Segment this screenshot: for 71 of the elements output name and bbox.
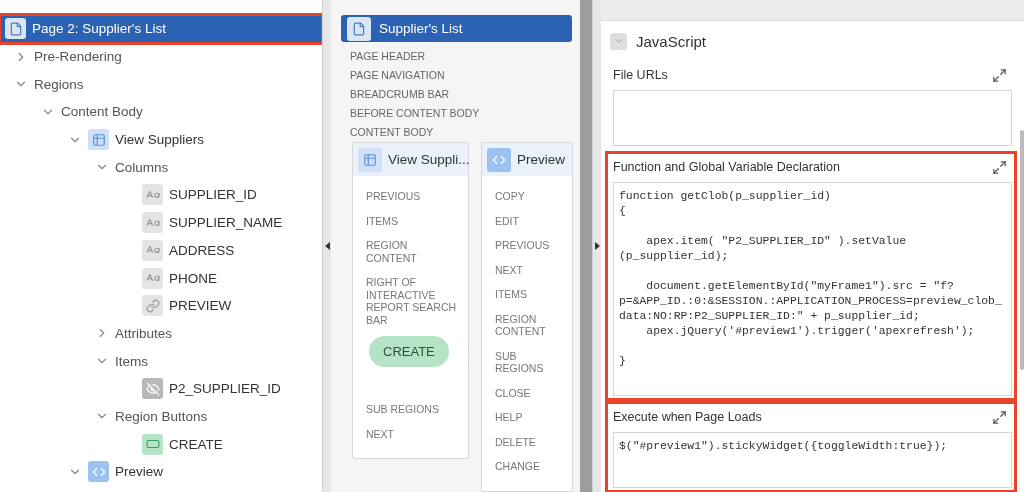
- position-label: ITEMS: [495, 287, 529, 303]
- section-title: JavaScript: [636, 32, 707, 50]
- position-label: ITEMS: [366, 214, 400, 229]
- position-label: DELETE: [495, 435, 537, 450]
- position-label: PAGE NAVIGATION: [349, 68, 446, 84]
- position-label: HELP: [495, 410, 524, 426]
- position-label: PAGE HEADER: [349, 49, 427, 65]
- tree-node[interactable]: PREVIEW: [0, 291, 322, 320]
- position-label: EDIT: [495, 214, 520, 229]
- position-label: COPY: [495, 189, 526, 205]
- table-icon: [358, 148, 382, 172]
- tree-node[interactable]: Pre-Rendering: [0, 42, 322, 71]
- text-case-icon: [142, 239, 163, 261]
- text-case-icon: [142, 212, 163, 234]
- tree-node[interactable]: SUPPLIER_NAME: [0, 208, 322, 237]
- text-case-icon: [142, 184, 163, 206]
- tree-node[interactable]: Items: [0, 347, 322, 375]
- position-label: SUB REGIONS: [366, 402, 440, 418]
- tree-node[interactable]: P2_SUPPLIER_ID: [0, 374, 322, 403]
- position-label: PREVIOUS: [366, 189, 422, 205]
- tree-node[interactable]: CREATE: [0, 430, 322, 458]
- scrollbar[interactable]: [1020, 130, 1024, 370]
- tree-node[interactable]: Attributes: [0, 319, 322, 348]
- position-label: BREADCRUMB BAR: [349, 87, 451, 103]
- tree-node[interactable]: Regions: [0, 70, 322, 99]
- tree-node[interactable]: ADDRESS: [0, 236, 322, 265]
- code-editor[interactable]: function getClob(p_supplier_id) { apex.item( "P2_SUPPLIER_ID" ).setValue (p_supplier_id); document.getElementById("myFrame1").src = "f? p=&APP_ID.:0:&SESSION.:APPLICATION_PROCESS=preview_clob_ data:NO:RP:P2_SUPPLIER_ID:" + p_supplier_id; apex.jQuery('#preview1').trigger('apexrefresh'); }: [613, 182, 1012, 396]
- button-icon: [142, 433, 163, 455]
- code-icon: [88, 461, 109, 483]
- tree-node[interactable]: PHONE: [0, 264, 322, 292]
- position-label: PREVIOUS: [495, 238, 551, 254]
- position-label: REGION CONTENT: [366, 238, 418, 266]
- eye-off-icon: [142, 378, 163, 400]
- position-label: REGION CONTENT: [495, 312, 547, 340]
- scrollbar[interactable]: [580, 0, 592, 492]
- tree-node[interactable]: View Suppliers: [0, 125, 322, 154]
- create-button[interactable]: CREATE: [369, 336, 449, 368]
- position-label: SUB REGIONS: [495, 349, 545, 377]
- expand-icon[interactable]: [992, 409, 1007, 425]
- tree-node[interactable]: Content Body: [0, 98, 322, 126]
- link-icon: [142, 295, 163, 317]
- expand-icon[interactable]: [992, 67, 1007, 83]
- field-label: Execute when Page Loads: [613, 410, 762, 424]
- position-label: BEFORE CONTENT BODY: [349, 106, 481, 122]
- tree-node[interactable]: Columns: [0, 153, 322, 182]
- tree-node[interactable]: Page 2: Supplier's List: [0, 15, 322, 43]
- code-editor[interactable]: $("#preview1").stickyWidget({toggleWidth:true});: [613, 432, 1012, 488]
- position-label: RIGHT OF INTERACTIVE REPORT SEARCH BAR: [366, 275, 458, 328]
- position-label: CHANGE: [495, 459, 541, 475]
- chevron-down-icon[interactable]: [610, 32, 627, 50]
- region-title: View Suppli...: [388, 152, 470, 168]
- layout-page-header[interactable]: Supplier's List: [341, 15, 572, 43]
- region-card[interactable]: Preview COPY EDIT PREVIOUS NEXT ITEMS REGION CONTENT SUB REGIONS CLOSE HELP DELETE CHANGE: [481, 142, 573, 492]
- code-icon: [487, 148, 511, 172]
- document-icon: [347, 16, 371, 41]
- position-label: CONTENT BODY: [349, 125, 435, 141]
- tree-node[interactable]: Region Buttons: [0, 402, 322, 431]
- region-title: Preview: [517, 152, 565, 168]
- field-label: File URLs: [613, 68, 668, 82]
- region-card[interactable]: View Suppli... PREVIOUS ITEMS REGION CONTENT RIGHT OF INTERACTIVE REPORT SEARCH BAR CREATE SUB REGIONS NEXT: [352, 142, 469, 460]
- page-title: Supplier's List: [379, 21, 463, 37]
- text-case-icon: [142, 267, 163, 289]
- position-label: NEXT: [366, 427, 395, 442]
- table-icon: [88, 129, 109, 151]
- position-label: CLOSE: [495, 386, 532, 401]
- tree-node[interactable]: SUPPLIER_ID: [0, 181, 322, 209]
- document-icon: [5, 18, 26, 40]
- field-label: Function and Global Variable Declaration: [613, 160, 840, 174]
- tree-node[interactable]: Preview: [0, 458, 322, 486]
- expand-icon[interactable]: [992, 159, 1007, 175]
- position-label: NEXT: [495, 263, 524, 278]
